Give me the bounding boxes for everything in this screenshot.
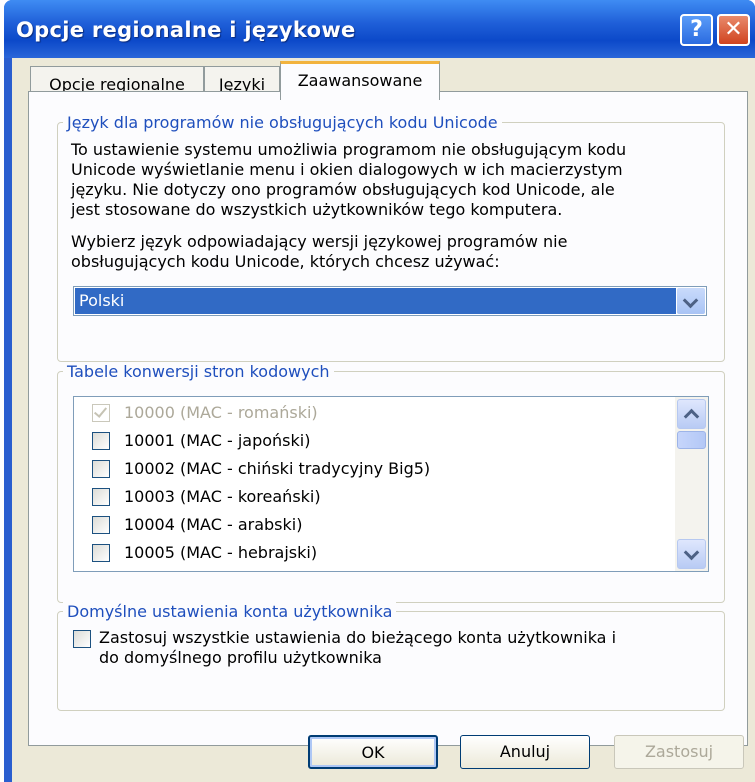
language-select-prompt: obsługujących kodu Unicode, których chce… — [71, 252, 500, 271]
cancel-button[interactable]: Anuluj — [460, 735, 590, 769]
checkbox[interactable] — [73, 630, 91, 648]
list-item[interactable]: 10003 (MAC - koreański) — [74, 484, 664, 512]
list-item-label: 10001 (MAC - japoński) — [124, 431, 311, 450]
list-item-label: 10005 (MAC - hebrajski) — [124, 543, 318, 562]
tab-advanced[interactable]: Zaawansowane — [280, 61, 440, 100]
list-item[interactable]: 10001 (MAC - japoński) — [74, 428, 664, 456]
chevron-down-icon — [682, 292, 699, 309]
chevron-down-icon — [683, 544, 700, 561]
ok-button[interactable]: OK — [308, 735, 438, 769]
checkbox[interactable] — [92, 404, 110, 422]
checkbox[interactable] — [92, 432, 110, 450]
scroll-down-button[interactable] — [677, 539, 706, 569]
checkbox[interactable] — [92, 488, 110, 506]
checkbox[interactable] — [92, 516, 110, 534]
language-select[interactable]: Polski — [73, 286, 707, 316]
list-item-label: 10003 (MAC - koreański) — [124, 487, 321, 506]
dropdown-button[interactable] — [677, 288, 705, 314]
list-item-label: 10002 (MAC - chiński tradycyjny Big5) — [124, 459, 431, 478]
unicode-group-legend: Język dla programów nie obsługujących ko… — [63, 113, 502, 132]
list-item-label: 10000 (MAC - romański) — [124, 403, 318, 422]
checkbox[interactable] — [92, 544, 110, 562]
codepage-list[interactable]: 10000 (MAC - romański) 10001 (MAC - japo… — [73, 396, 709, 572]
language-select-prompt: Wybierz język odpowiadający wersji język… — [71, 232, 568, 251]
vertical-scrollbar[interactable] — [675, 397, 708, 571]
tab-panel-advanced: Język dla programów nie obsługujących ko… — [28, 91, 748, 746]
list-item[interactable]: 10000 (MAC - romański) — [74, 400, 664, 428]
list-item[interactable]: 10002 (MAC - chiński tradycyjny Big5) — [74, 456, 664, 484]
account-group-legend: Domyślne ustawienia konta użytkownika — [63, 602, 397, 621]
dialog-window: Opcje regionalne i językowe ? ✕ Opcje re… — [4, 0, 755, 782]
checkbox[interactable] — [92, 460, 110, 478]
window-title: Opcje regionalne i językowe — [16, 18, 356, 42]
unicode-description-line: jest stosowane do wszystkich użytkownikó… — [71, 200, 563, 219]
scroll-up-button[interactable] — [677, 399, 706, 429]
check-icon — [93, 404, 108, 418]
dialog-client-area: Opcje regionalne Języki Zaawansowane Jęz… — [12, 58, 755, 782]
apply-to-default-profile-checkbox[interactable]: Zastosuj wszystkie ustawienia do bieżące… — [73, 626, 713, 676]
language-select-value: Polski — [75, 288, 676, 314]
checkbox-label-line: Zastosuj wszystkie ustawienia do bieżące… — [99, 628, 617, 647]
scroll-thumb[interactable] — [677, 431, 706, 449]
codepage-group-legend: Tabele konwersji stron kodowych — [63, 362, 334, 381]
close-button[interactable]: ✕ — [717, 14, 750, 46]
list-item-label: 10004 (MAC - arabski) — [124, 515, 303, 534]
unicode-description-line: Unicode wyświetlanie menu i okien dialog… — [71, 160, 623, 179]
list-item[interactable]: 10005 (MAC - hebrajski) — [74, 540, 664, 568]
title-bar[interactable]: Opcje regionalne i językowe ? ✕ — [4, 0, 755, 58]
tab-label: Zaawansowane — [297, 71, 423, 90]
chevron-up-icon — [683, 408, 700, 425]
unicode-description-line: języku. Nie dotyczy ono programów obsług… — [71, 180, 615, 199]
list-item[interactable]: 10004 (MAC - arabski) — [74, 512, 664, 540]
checkbox-label-line: do domyślnego profilu użytkownika — [99, 648, 382, 667]
unicode-description-line: To ustawienie systemu umożliwia programo… — [71, 140, 627, 159]
apply-button[interactable]: Zastosuj — [614, 735, 744, 769]
help-button[interactable]: ? — [680, 14, 713, 46]
